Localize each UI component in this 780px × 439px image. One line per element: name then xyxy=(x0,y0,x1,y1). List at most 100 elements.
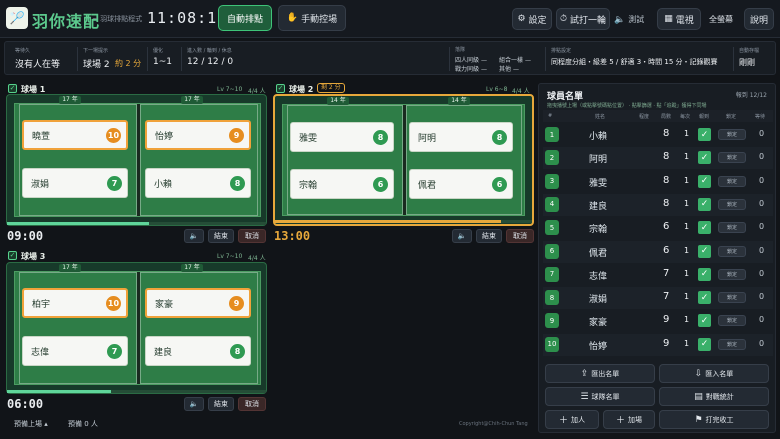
court-1-end-button[interactable]: 結束 xyxy=(208,229,234,243)
preview-label: 預備上場 xyxy=(14,420,42,428)
court-2-remaining-badge: 剩 2 分 xyxy=(317,83,345,93)
manual-mode-button[interactable]: ✋ 手動控場 xyxy=(278,5,346,31)
court-1-cancel-button[interactable]: 取消 xyxy=(238,229,266,243)
player-level-badge: 8 xyxy=(373,129,388,145)
player-card[interactable]: 宗翰 6 xyxy=(290,169,394,199)
checkin-checkbox[interactable]: ✓ xyxy=(698,267,711,281)
player-name: 建良 xyxy=(154,347,173,358)
export-label: 匯出名單 xyxy=(591,369,620,378)
player-card[interactable]: 曉萱 10 xyxy=(22,120,128,150)
lock-button[interactable]: 鎖定 xyxy=(718,152,746,164)
checkin-checkbox[interactable]: ✓ xyxy=(698,314,711,328)
auto-mode-button[interactable]: 自動排點 xyxy=(218,5,272,31)
player-card[interactable]: 小賴 8 xyxy=(145,168,251,198)
player-card[interactable]: 怡婷 9 xyxy=(145,120,251,150)
table-row[interactable]: 7 志偉 7 1 ✓ 鎖定 0 xyxy=(543,264,773,286)
court-1-tag-left: 17 年 xyxy=(59,96,81,104)
lock-button[interactable]: 鎖定 xyxy=(718,268,746,280)
tv-button[interactable]: ▦ 電視 xyxy=(657,8,701,30)
table-row[interactable]: 1 小賴 8 1 ✓ 鎖定 0 xyxy=(543,124,773,146)
lock-button[interactable]: 鎖定 xyxy=(718,315,746,327)
checkin-checkbox[interactable]: ✓ xyxy=(698,197,711,211)
court-3-end-button[interactable]: 結束 xyxy=(208,397,234,411)
table-row[interactable]: 10 怡婷 9 1 ✓ 鎖定 0 xyxy=(543,333,773,356)
player-name: 曉萱 xyxy=(32,131,51,142)
plus-icon: ＋ xyxy=(558,416,568,426)
court-2[interactable]: 14 年 14 年 雅雯 8 阿明 8 宗翰 6 佩君 6 xyxy=(273,94,534,226)
app-logo-icon: 🏸 xyxy=(6,7,28,29)
court-3-cancel-button[interactable]: 取消 xyxy=(238,397,266,411)
import-roster-button[interactable]: ⇩ 匯入名單 xyxy=(659,364,769,383)
waiting-label: 等待久 xyxy=(15,48,31,54)
finish-button[interactable]: ⚑ 打完收工 xyxy=(659,410,769,429)
court-3-sound-button[interactable]: 🔈 xyxy=(184,397,204,411)
row-wait: 1 xyxy=(684,152,690,162)
stats-button[interactable]: ▤ 對戰統計 xyxy=(659,387,769,406)
lock-button[interactable]: 鎖定 xyxy=(718,245,746,257)
lock-button[interactable]: 鎖定 xyxy=(718,198,746,210)
player-card[interactable]: 建良 8 xyxy=(145,336,251,366)
table-row[interactable]: 4 建良 8 1 ✓ 鎖定 0 xyxy=(543,193,773,216)
add-player-button[interactable]: ＋加人 xyxy=(545,410,599,429)
player-card[interactable]: 阿明 8 xyxy=(409,122,513,152)
court-2-time: 13:00 xyxy=(274,229,311,243)
export-roster-button[interactable]: ⇪ 匯出名單 xyxy=(545,364,655,383)
lock-button[interactable]: 鎖定 xyxy=(718,338,746,350)
test-toggle[interactable]: 🔈 測試 xyxy=(614,14,644,25)
diff-value: 1~1 xyxy=(153,57,172,67)
checkin-checkbox[interactable]: ✓ xyxy=(698,221,711,235)
app-subtitle: ~ 羽球排點程式 xyxy=(92,15,143,23)
checkin-checkbox[interactable]: ✓ xyxy=(698,291,711,305)
manage-label: 球隊名單 xyxy=(591,392,620,401)
row-games: 9 xyxy=(663,314,670,326)
combo2-label: 組合一樣 — xyxy=(499,57,531,64)
autosave-value: 剛剛 xyxy=(739,58,755,67)
court-3-progress-fill xyxy=(7,390,111,393)
sound-icon: 🔈 xyxy=(457,232,467,240)
checkin-checkbox[interactable]: ✓ xyxy=(698,174,711,188)
row-name: 志偉 xyxy=(589,271,608,282)
court-3[interactable]: 17 年 17 年 柏宇 10 家豪 9 志偉 7 建良 8 xyxy=(6,262,267,394)
table-row[interactable]: 6 佩君 6 1 ✓ 鎖定 0 xyxy=(543,240,773,263)
player-card[interactable]: 雅雯 8 xyxy=(290,122,394,152)
table-row[interactable]: 2 阿明 8 1 ✓ 鎖定 0 xyxy=(543,147,773,170)
court-1-sound-button[interactable]: 🔈 xyxy=(184,229,204,243)
row-name: 佩君 xyxy=(589,248,608,259)
lock-button[interactable]: 鎖定 xyxy=(718,175,746,187)
row-name: 雅雯 xyxy=(589,178,608,189)
fullscreen-button[interactable]: 全螢幕 xyxy=(709,14,733,25)
add-court-button[interactable]: ＋加場 xyxy=(603,410,655,429)
player-card[interactable]: 志偉 7 xyxy=(22,336,128,366)
row-waits: 0 xyxy=(759,175,765,185)
trial-button[interactable]: ⏱ 試打一輪 xyxy=(556,8,610,30)
help-button[interactable]: 說明 xyxy=(744,8,774,30)
player-card[interactable]: 佩君 6 xyxy=(409,169,513,199)
preview-dropdown[interactable]: 預備上場 ▴ xyxy=(14,419,48,429)
lock-button[interactable]: 鎖定 xyxy=(718,129,746,140)
checkin-checkbox[interactable]: ✓ xyxy=(698,337,711,351)
table-row[interactable]: 5 宗翰 6 1 ✓ 鎖定 0 xyxy=(543,217,773,239)
table-row[interactable]: 3 雅雯 8 1 ✓ 鎖定 0 xyxy=(543,171,773,193)
table-row[interactable]: 8 淑娟 7 1 ✓ 鎖定 0 xyxy=(543,287,773,310)
checkin-checkbox[interactable]: ✓ xyxy=(698,244,711,258)
court-2-cancel-button[interactable]: 取消 xyxy=(506,229,534,243)
checkin-checkbox[interactable]: ✓ xyxy=(698,128,711,141)
court-2-end-button[interactable]: 結束 xyxy=(476,229,502,243)
player-card[interactable]: 家豪 9 xyxy=(145,288,251,318)
court-3-checkbox[interactable]: ✓ xyxy=(8,251,17,260)
court-1-checkbox[interactable]: ✓ xyxy=(8,84,17,93)
court-2-checkbox[interactable]: ✓ xyxy=(276,84,285,93)
lock-button[interactable]: 鎖定 xyxy=(718,292,746,304)
table-row[interactable]: 9 家豪 9 1 ✓ 鎖定 0 xyxy=(543,310,773,332)
checkin-checkbox[interactable]: ✓ xyxy=(698,151,711,165)
court-2-sound-button[interactable]: 🔈 xyxy=(452,229,472,243)
settings-button[interactable]: ⚙ 設定 xyxy=(512,8,552,30)
court-1[interactable]: 17 年 17 年 曉萱 10 怡婷 9 淑娟 7 小賴 8 xyxy=(6,94,267,226)
team-roster-button[interactable]: ☰ 球隊名單 xyxy=(545,387,655,406)
player-card[interactable]: 柏宇 10 xyxy=(22,288,128,318)
court-1-net xyxy=(137,104,140,216)
lock-button[interactable]: 鎖定 xyxy=(718,222,746,234)
row-waits: 0 xyxy=(759,268,765,278)
player-card[interactable]: 淑娟 7 xyxy=(22,168,128,198)
court-1-progress-fill xyxy=(7,222,150,225)
